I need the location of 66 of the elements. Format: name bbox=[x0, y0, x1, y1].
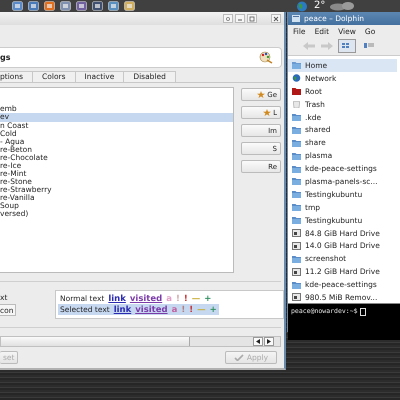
grid-icon bbox=[342, 43, 352, 49]
trash-icon bbox=[292, 100, 301, 108]
checkmark-icon bbox=[234, 354, 244, 361]
maximize-icon bbox=[249, 16, 255, 22]
preview-sample: — bbox=[192, 294, 200, 304]
preview-sample: a bbox=[172, 304, 178, 314]
globe-icon[interactable] bbox=[296, 0, 308, 12]
icons-view-button[interactable] bbox=[338, 39, 356, 53]
circle-icon bbox=[225, 16, 231, 22]
drive-icon bbox=[292, 242, 301, 250]
folder-icon bbox=[292, 177, 301, 186]
folder-icon bbox=[292, 61, 301, 70]
help-button[interactable] bbox=[223, 14, 233, 23]
right-triangle-icon bbox=[267, 339, 271, 344]
preview-sample: ! bbox=[176, 294, 180, 304]
folder-icon bbox=[292, 203, 301, 212]
folder-icon bbox=[292, 126, 301, 134]
globe-icon bbox=[292, 74, 301, 82]
temperature-text: 2° bbox=[314, 0, 326, 12]
preview-sample: + bbox=[210, 304, 217, 314]
folder-icon bbox=[292, 87, 301, 96]
drive-icon bbox=[292, 293, 301, 302]
list-icon bbox=[364, 43, 374, 49]
folder-icon bbox=[292, 138, 301, 147]
minimize-button[interactable] bbox=[235, 14, 245, 23]
text-cursor bbox=[360, 308, 366, 316]
folder-icon bbox=[292, 254, 301, 263]
scroll-right-button[interactable] bbox=[264, 337, 274, 346]
window-menu-icon[interactable] bbox=[292, 15, 300, 22]
close-button[interactable] bbox=[271, 14, 281, 23]
folder-icon bbox=[292, 164, 301, 173]
palette-icon bbox=[259, 51, 273, 64]
preview-link[interactable]: visited bbox=[135, 304, 168, 314]
preview-sample: — bbox=[197, 304, 206, 314]
drive-icon bbox=[292, 229, 301, 238]
cloud-icon bbox=[329, 1, 356, 11]
preview-sample: + bbox=[204, 294, 212, 304]
app-icon[interactable] bbox=[60, 1, 71, 11]
folder-icon bbox=[292, 190, 301, 198]
left-triangle-icon bbox=[256, 339, 260, 344]
app-icon[interactable] bbox=[12, 1, 23, 11]
preview-sample: ! bbox=[189, 304, 194, 314]
folder-icon bbox=[292, 280, 301, 289]
preview-sample: ! bbox=[184, 294, 188, 304]
maximize-button[interactable] bbox=[247, 14, 257, 23]
header-title: gs bbox=[0, 53, 10, 62]
folder-icon bbox=[292, 152, 301, 160]
app-icon[interactable] bbox=[76, 1, 87, 11]
star-icon bbox=[263, 109, 272, 116]
folder-icon bbox=[292, 216, 301, 224]
folder-icon bbox=[292, 113, 301, 121]
star-icon bbox=[257, 91, 266, 98]
preview-sample: ! bbox=[181, 304, 186, 314]
close-icon bbox=[273, 16, 279, 22]
app-icon[interactable] bbox=[28, 1, 39, 11]
app-icon[interactable] bbox=[44, 1, 55, 11]
app-icon[interactable] bbox=[92, 1, 103, 11]
preview-link[interactable]: visited bbox=[130, 294, 162, 304]
app-icon[interactable] bbox=[108, 1, 119, 11]
preview-link[interactable]: link bbox=[108, 294, 126, 304]
scroll-left-button[interactable] bbox=[253, 337, 263, 346]
drive-icon bbox=[292, 268, 301, 276]
preview-link[interactable]: link bbox=[114, 304, 132, 314]
horizontal-scrollbar[interactable] bbox=[0, 336, 281, 347]
preview-sample: a bbox=[166, 294, 172, 304]
app-icon[interactable] bbox=[124, 1, 135, 11]
